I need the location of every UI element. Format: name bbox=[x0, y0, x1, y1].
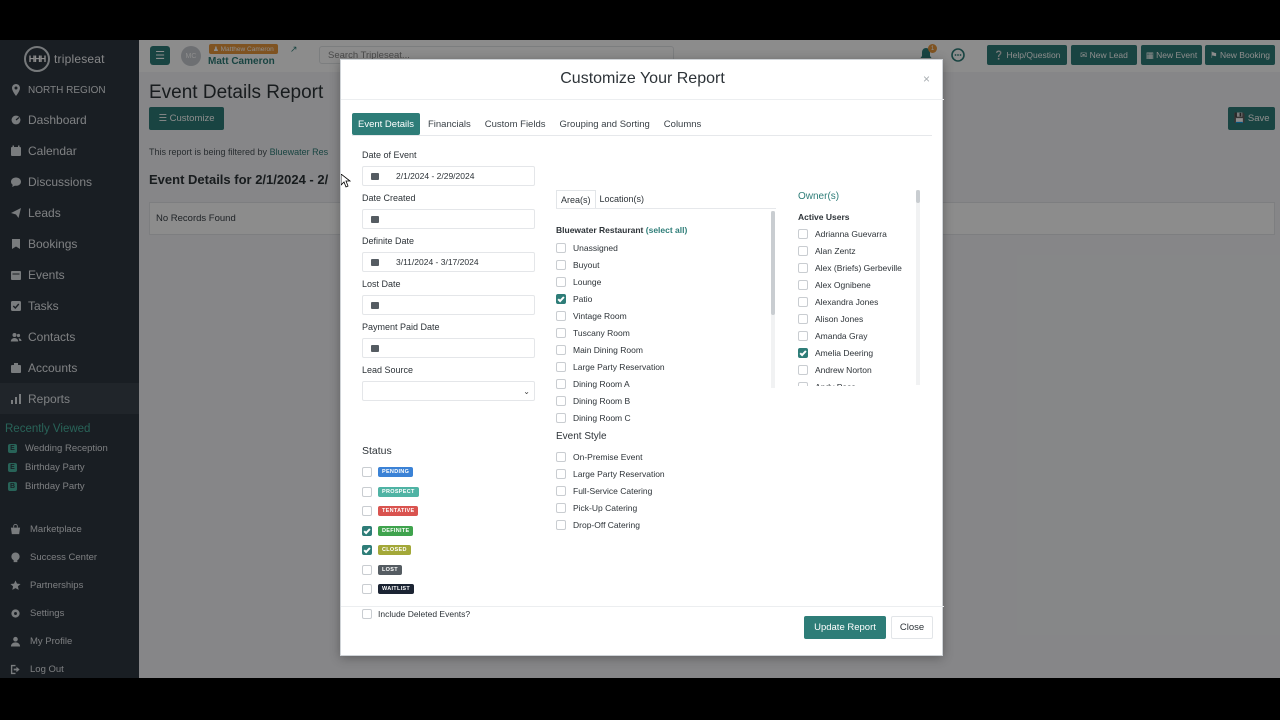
status-badge: PROSPECT bbox=[378, 486, 419, 497]
event-style-checkbox[interactable] bbox=[556, 486, 566, 496]
event-style-title: Event Style bbox=[556, 431, 607, 442]
include-deleted-row[interactable]: Include Deleted Events? bbox=[362, 609, 470, 619]
area-checkbox[interactable] bbox=[556, 413, 566, 423]
event-style-checkbox[interactable] bbox=[556, 452, 566, 462]
area-option[interactable]: Dining Room B bbox=[556, 394, 630, 408]
status-badge: WAITLIST bbox=[378, 584, 415, 594]
owner-checkbox[interactable] bbox=[798, 382, 808, 386]
owner-label: Amanda Gray bbox=[815, 331, 868, 341]
owner-label: Alison Jones bbox=[815, 314, 864, 324]
owner-scrollbar-track[interactable] bbox=[916, 190, 920, 385]
event-style-option[interactable]: On-Premise Event bbox=[556, 450, 642, 464]
owner-scrollbar-thumb[interactable] bbox=[916, 190, 920, 203]
owner-label: Alexandra Jones bbox=[815, 297, 879, 307]
status-checkbox[interactable] bbox=[362, 584, 372, 594]
event-style-label: Pick-Up Catering bbox=[573, 503, 638, 513]
owner-checkbox[interactable] bbox=[798, 348, 808, 358]
status-checkbox[interactable] bbox=[362, 486, 372, 497]
include-deleted-checkbox[interactable] bbox=[362, 609, 372, 619]
status-badge: CLOSED bbox=[378, 545, 411, 555]
owner-option[interactable]: Alison Jones bbox=[798, 312, 863, 326]
owner-option[interactable]: Amelia Deering bbox=[798, 346, 873, 360]
owner-checkbox[interactable] bbox=[798, 314, 808, 324]
event-style-option[interactable]: Pick-Up Catering bbox=[556, 501, 637, 515]
event-style-label: Full-Service Catering bbox=[573, 486, 653, 496]
area-checkbox[interactable] bbox=[556, 396, 566, 406]
owner-label: Alex (Briefs) Gerbeville bbox=[815, 263, 902, 273]
event-style-option[interactable]: Drop-Off Catering bbox=[556, 518, 640, 532]
event-style-checkbox[interactable] bbox=[556, 469, 566, 479]
status-option[interactable]: CLOSED bbox=[362, 543, 411, 557]
event-style-checkbox[interactable] bbox=[556, 520, 566, 530]
status-badge: DEFINITE bbox=[378, 525, 414, 536]
owner-checkbox[interactable] bbox=[798, 263, 808, 273]
status-checkbox[interactable] bbox=[362, 467, 372, 477]
status-option[interactable]: PENDING bbox=[362, 465, 414, 479]
status-option[interactable]: WAITLIST bbox=[362, 582, 415, 596]
owner-checkbox[interactable] bbox=[798, 280, 808, 290]
status-checkbox[interactable] bbox=[362, 564, 372, 575]
status-checkbox[interactable] bbox=[362, 506, 372, 516]
owner-option[interactable]: Alan Zentz bbox=[798, 244, 856, 258]
status-option[interactable]: PROSPECT bbox=[362, 485, 419, 499]
owner-checkbox[interactable] bbox=[798, 331, 808, 341]
owner-option[interactable]: Amanda Gray bbox=[798, 329, 867, 343]
owner-checkbox[interactable] bbox=[798, 297, 808, 307]
update-report-button[interactable]: Update Report bbox=[804, 616, 886, 639]
owner-checkbox[interactable] bbox=[798, 365, 808, 375]
owner-label: Amelia Deering bbox=[815, 348, 874, 358]
owner-checkbox[interactable] bbox=[798, 229, 808, 239]
status-option[interactable]: LOST bbox=[362, 563, 402, 577]
status-checkbox[interactable] bbox=[362, 545, 372, 555]
owner-option[interactable]: Andrew Norton bbox=[798, 363, 872, 377]
event-style-option[interactable]: Full-Service Catering bbox=[556, 484, 652, 498]
area-label: Dining Room B bbox=[573, 396, 631, 406]
status-checkbox[interactable] bbox=[362, 525, 372, 536]
customize-report-modal: Customize Your Report × Event Details Fin… bbox=[340, 59, 944, 656]
owner-list: Adrianna Guevarra Alan Zentz Alex (Briefs)… bbox=[341, 60, 944, 386]
event-style-label: On-Premise Event bbox=[573, 452, 643, 462]
owner-option[interactable]: Alex (Briefs) Gerbeville bbox=[798, 261, 902, 275]
status-badge: PENDING bbox=[378, 467, 414, 477]
area-label: Dining Room C bbox=[573, 413, 631, 423]
modal-footer-divider bbox=[341, 606, 944, 607]
owner-option[interactable]: Adrianna Guevarra bbox=[798, 227, 887, 241]
close-button[interactable]: Close bbox=[891, 616, 933, 639]
mouse-cursor-icon bbox=[341, 174, 351, 188]
event-style-checkbox[interactable] bbox=[556, 503, 566, 513]
event-style-label: Large Party Reservation bbox=[573, 469, 665, 479]
status-badge: LOST bbox=[378, 564, 402, 575]
include-deleted-label: Include Deleted Events? bbox=[378, 609, 471, 619]
status-title: Status bbox=[362, 445, 392, 457]
owner-label: Andy Pass bbox=[815, 382, 856, 386]
owner-label: Alan Zentz bbox=[815, 246, 856, 256]
status-option[interactable]: TENTATIVE bbox=[362, 504, 419, 518]
owner-label: Andrew Norton bbox=[815, 365, 872, 375]
app: HHH tripleseat NORTH REGION Dashboard Cal… bbox=[0, 40, 1280, 678]
chevron-down-icon: ⌄ bbox=[523, 386, 530, 396]
owner-option[interactable]: Alex Ognibene bbox=[798, 278, 871, 292]
status-option[interactable]: DEFINITE bbox=[362, 524, 414, 538]
status-badge: TENTATIVE bbox=[378, 506, 419, 516]
owner-label: Adrianna Guevarra bbox=[815, 229, 887, 239]
owner-option[interactable]: Andy Pass bbox=[798, 380, 856, 386]
owner-label: Alex Ognibene bbox=[815, 280, 871, 290]
owner-option[interactable]: Alexandra Jones bbox=[798, 295, 878, 309]
event-style-label: Drop-Off Catering bbox=[573, 520, 640, 530]
event-style-option[interactable]: Large Party Reservation bbox=[556, 467, 665, 481]
owner-checkbox[interactable] bbox=[798, 246, 808, 256]
area-option[interactable]: Dining Room C bbox=[556, 411, 631, 425]
